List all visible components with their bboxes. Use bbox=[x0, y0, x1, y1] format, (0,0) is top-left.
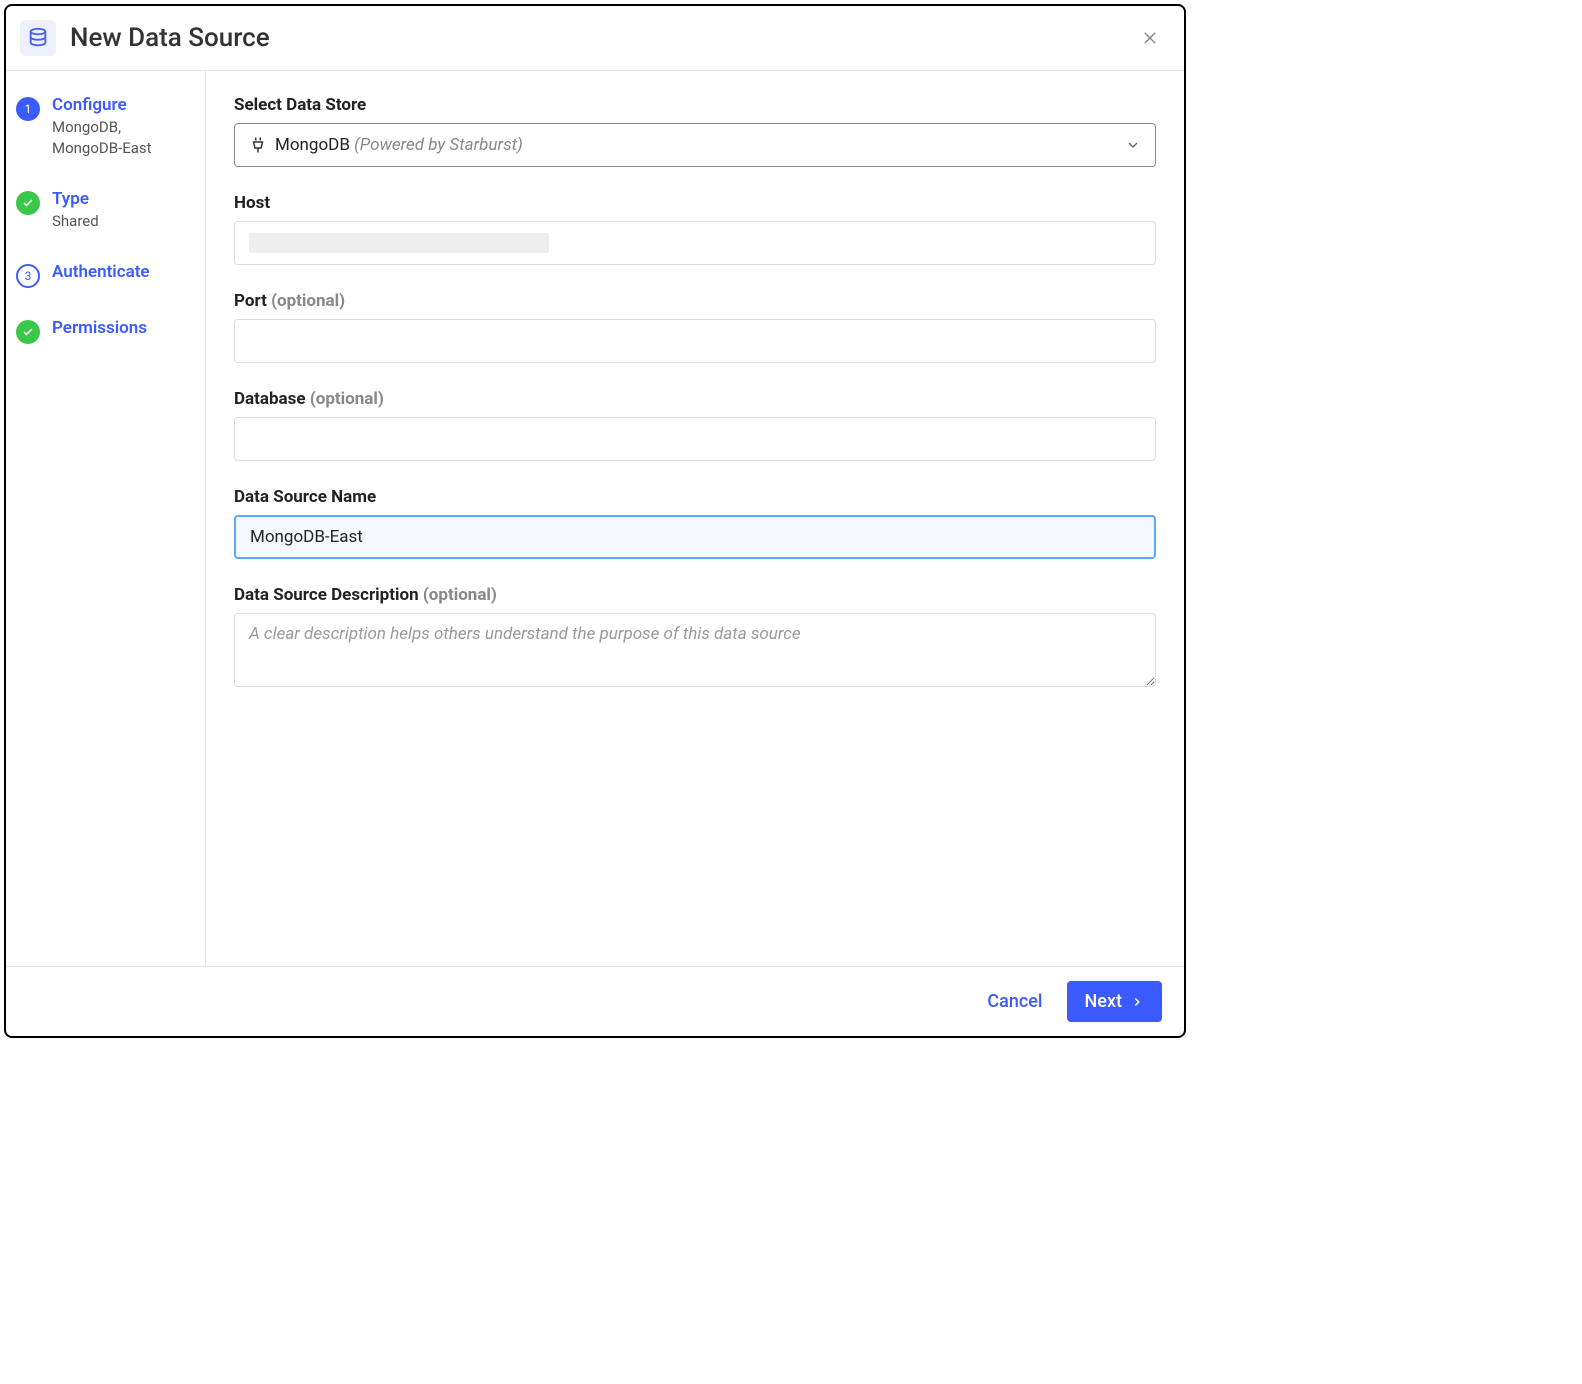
plug-icon bbox=[249, 136, 267, 154]
select-value: MongoDB bbox=[275, 135, 350, 155]
step-number: 1 bbox=[25, 102, 32, 116]
step-badge-1: 1 bbox=[16, 97, 40, 121]
modal-header-left: New Data Source bbox=[20, 20, 270, 56]
data-source-name-input[interactable] bbox=[234, 515, 1156, 559]
close-icon[interactable] bbox=[1138, 26, 1162, 50]
step-authenticate[interactable]: 3 Authenticate bbox=[16, 262, 195, 288]
host-input[interactable] bbox=[234, 221, 1156, 265]
select-text: MongoDB (Powered by Starburst) bbox=[275, 135, 523, 155]
label-text: Database bbox=[234, 389, 306, 409]
step-title: Permissions bbox=[52, 318, 147, 338]
step-text: Type Shared bbox=[52, 189, 99, 232]
label-text: Port bbox=[234, 291, 267, 311]
chevron-right-icon bbox=[1130, 995, 1144, 1009]
label-database: Database (optional) bbox=[234, 389, 1156, 409]
step-text: Permissions bbox=[52, 318, 147, 338]
label-port: Port (optional) bbox=[234, 291, 1156, 311]
step-text: Configure MongoDB, MongoDB-East bbox=[52, 95, 195, 159]
step-subtitle: Shared bbox=[52, 211, 99, 232]
optional-text: (optional) bbox=[310, 389, 384, 409]
form-group-data-store: Select Data Store MongoDB (Powered by St… bbox=[234, 95, 1156, 167]
step-type[interactable]: Type Shared bbox=[16, 189, 195, 232]
select-value-wrap: MongoDB (Powered by Starburst) bbox=[249, 135, 523, 155]
step-subtitle: MongoDB, MongoDB-East bbox=[52, 117, 195, 159]
label-text: Data Source Description bbox=[234, 585, 419, 605]
data-store-select[interactable]: MongoDB (Powered by Starburst) bbox=[234, 123, 1156, 167]
database-input[interactable] bbox=[234, 417, 1156, 461]
sidebar-steps: 1 Configure MongoDB, MongoDB-East Type S… bbox=[6, 71, 206, 966]
next-button[interactable]: Next bbox=[1067, 981, 1162, 1022]
label-description: Data Source Description (optional) bbox=[234, 585, 1156, 605]
step-title: Type bbox=[52, 189, 99, 209]
redacted-value bbox=[249, 233, 549, 253]
optional-text: (optional) bbox=[271, 291, 345, 311]
label-name: Data Source Name bbox=[234, 487, 1156, 507]
modal-new-data-source: New Data Source 1 Configure MongoDB, Mon… bbox=[4, 4, 1186, 1038]
step-badge-check-icon bbox=[16, 320, 40, 344]
step-badge-check-icon bbox=[16, 191, 40, 215]
port-input[interactable] bbox=[234, 319, 1156, 363]
step-configure[interactable]: 1 Configure MongoDB, MongoDB-East bbox=[16, 95, 195, 159]
step-badge-3: 3 bbox=[16, 264, 40, 288]
cancel-button[interactable]: Cancel bbox=[987, 991, 1042, 1012]
optional-text: (optional) bbox=[423, 585, 497, 605]
form-area: Select Data Store MongoDB (Powered by St… bbox=[206, 71, 1184, 966]
step-title: Authenticate bbox=[52, 262, 150, 282]
modal-header: New Data Source bbox=[6, 6, 1184, 71]
form-group-host: Host bbox=[234, 193, 1156, 265]
modal-footer: Cancel Next bbox=[6, 966, 1184, 1036]
modal-title: New Data Source bbox=[70, 23, 270, 53]
step-title: Configure bbox=[52, 95, 195, 115]
form-group-name: Data Source Name bbox=[234, 487, 1156, 559]
modal-body: 1 Configure MongoDB, MongoDB-East Type S… bbox=[6, 71, 1184, 966]
form-group-port: Port (optional) bbox=[234, 291, 1156, 363]
step-permissions[interactable]: Permissions bbox=[16, 318, 195, 344]
label-host: Host bbox=[234, 193, 1156, 213]
database-icon bbox=[20, 20, 56, 56]
chevron-down-icon bbox=[1125, 137, 1141, 153]
form-group-description: Data Source Description (optional) bbox=[234, 585, 1156, 687]
label-data-store: Select Data Store bbox=[234, 95, 1156, 115]
select-suffix: (Powered by Starburst) bbox=[354, 135, 523, 155]
step-text: Authenticate bbox=[52, 262, 150, 282]
form-group-database: Database (optional) bbox=[234, 389, 1156, 461]
description-textarea[interactable] bbox=[234, 613, 1156, 687]
step-number: 3 bbox=[25, 269, 32, 283]
next-label: Next bbox=[1085, 991, 1122, 1012]
